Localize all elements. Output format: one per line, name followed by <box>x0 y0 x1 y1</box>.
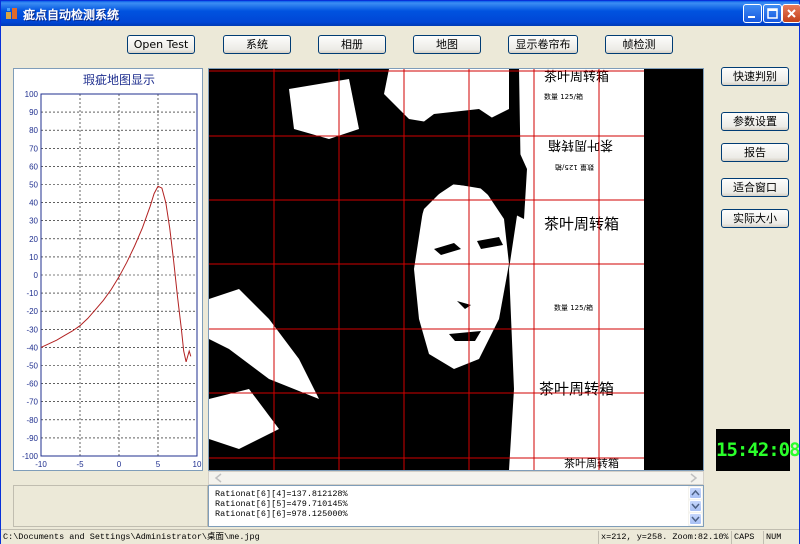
carton-text-7: 数量 125/箱 <box>554 303 593 312</box>
status-caps: CAPS <box>731 531 761 544</box>
fit-window-button[interactable]: 适合窗口 <box>721 178 789 197</box>
y-tick-label: 70 <box>29 144 38 153</box>
scroll-mid-button[interactable] <box>689 500 702 512</box>
info-panel <box>13 485 208 527</box>
x-tick-label: -10 <box>35 460 47 469</box>
x-tick-label: 0 <box>117 460 122 469</box>
carton-text-4: 数量 125/箱 <box>555 163 594 172</box>
close-button[interactable] <box>782 4 800 23</box>
y-tick-label: -90 <box>26 434 38 443</box>
scroll-down-button[interactable] <box>689 513 702 525</box>
y-tick-label: 50 <box>29 181 38 190</box>
series-line <box>40 185 192 363</box>
quick-judge-button[interactable]: 快速判别 <box>721 67 789 86</box>
y-tick-label: 100 <box>25 90 39 99</box>
x-tick-label: 5 <box>156 460 161 469</box>
log-line: Rationat[6][6]=978.125000% <box>215 509 348 519</box>
carton-text-6: 茶叶周转箱 <box>539 380 614 398</box>
close-icon <box>787 9 796 18</box>
status-file-path: C:\Documents and Settings\Administrator\… <box>3 532 260 542</box>
carton-text-2: 数量 125/箱 <box>544 92 583 101</box>
scroll-left-icon[interactable] <box>213 472 225 484</box>
frame-detect-button[interactable]: 帧检测 <box>605 35 673 54</box>
maximize-icon <box>767 8 778 19</box>
image-view[interactable]: 茶叶周转箱 数量 125/箱 茶叶周转箱 数量 125/箱 茶叶周转箱 茶叶周转… <box>208 68 704 471</box>
y-tick-label: -50 <box>26 362 38 371</box>
y-tick-label: 0 <box>34 271 39 280</box>
x-tick-label: 10 <box>193 460 202 469</box>
chevron-down-icon <box>691 516 700 523</box>
y-tick-label: 10 <box>29 253 38 262</box>
param-settings-button[interactable]: 参数设置 <box>721 112 789 131</box>
maximize-button[interactable] <box>763 4 782 23</box>
chevron-down-icon <box>691 503 700 510</box>
status-coordinates: x=212, y=258. Zoom:82.10% <box>598 531 729 544</box>
y-tick-label: 20 <box>29 235 38 244</box>
log-line: Rationat[6][4]=137.812128% <box>215 489 348 499</box>
scroll-right-icon[interactable] <box>687 472 699 484</box>
status-bar: C:\Documents and Settings\Administrator\… <box>1 529 799 544</box>
y-tick-label: 30 <box>29 217 38 226</box>
digital-clock: 15:42:08 <box>716 429 800 471</box>
y-tick-label: 40 <box>29 199 38 208</box>
title-bar[interactable]: 疵点自动检测系统 <box>1 1 800 26</box>
y-tick-label: 60 <box>29 162 38 171</box>
app-window: 疵点自动检测系统 Open Test 系统 相册 地图 显示卷帘布 帧检测 瑕疵… <box>0 0 800 544</box>
actual-size-button[interactable]: 实际大小 <box>721 209 789 228</box>
chevron-up-icon <box>691 489 700 496</box>
show-curtain-button[interactable]: 显示卷帘布 <box>508 35 578 54</box>
app-icon <box>6 8 17 19</box>
minimize-icon <box>748 16 755 18</box>
y-tick-label: 80 <box>29 126 38 135</box>
chart-title: 瑕疵地图显示 <box>83 72 155 87</box>
log-output[interactable]: Rationat[6][4]=137.812128% Rationat[6][5… <box>208 485 704 527</box>
minimize-button[interactable] <box>743 4 762 23</box>
status-num: NUM <box>763 531 797 544</box>
scroll-up-button[interactable] <box>689 487 702 499</box>
y-tick-label: -40 <box>26 343 38 352</box>
y-tick-label: -80 <box>26 416 38 425</box>
report-button[interactable]: 报告 <box>721 143 789 162</box>
y-tick-label: -20 <box>26 307 38 316</box>
horizontal-scrollbar[interactable] <box>208 471 704 485</box>
x-tick-label: -5 <box>76 460 84 469</box>
y-tick-label: -60 <box>26 380 38 389</box>
chart-canvas: 瑕疵地图显示1009080706050403020100-10-20-30-40… <box>22 72 202 469</box>
carton-text-3: 茶叶周转箱 <box>548 137 613 153</box>
system-button[interactable]: 系统 <box>223 35 291 54</box>
open-test-button[interactable]: Open Test <box>127 35 195 54</box>
inspected-image: 茶叶周转箱 数量 125/箱 茶叶周转箱 数量 125/箱 茶叶周转箱 茶叶周转… <box>209 69 703 470</box>
map-button[interactable]: 地图 <box>413 35 481 54</box>
album-button[interactable]: 相册 <box>318 35 386 54</box>
window-title: 疵点自动检测系统 <box>23 8 120 22</box>
carton-text-5: 茶叶周转箱 <box>544 215 619 233</box>
y-tick-label: -30 <box>26 325 38 334</box>
y-tick-label: -70 <box>26 398 38 407</box>
log-scrollbar[interactable] <box>688 486 703 526</box>
y-tick-label: 90 <box>29 108 38 117</box>
y-tick-label: -10 <box>26 289 38 298</box>
log-line: Rationat[6][5]=479.710145% <box>215 499 348 509</box>
defect-map-chart: 瑕疵地图显示 100 90 80 70 60 50 40 30 20 10 0 -10 -20 -30 -40… <box>13 68 203 471</box>
